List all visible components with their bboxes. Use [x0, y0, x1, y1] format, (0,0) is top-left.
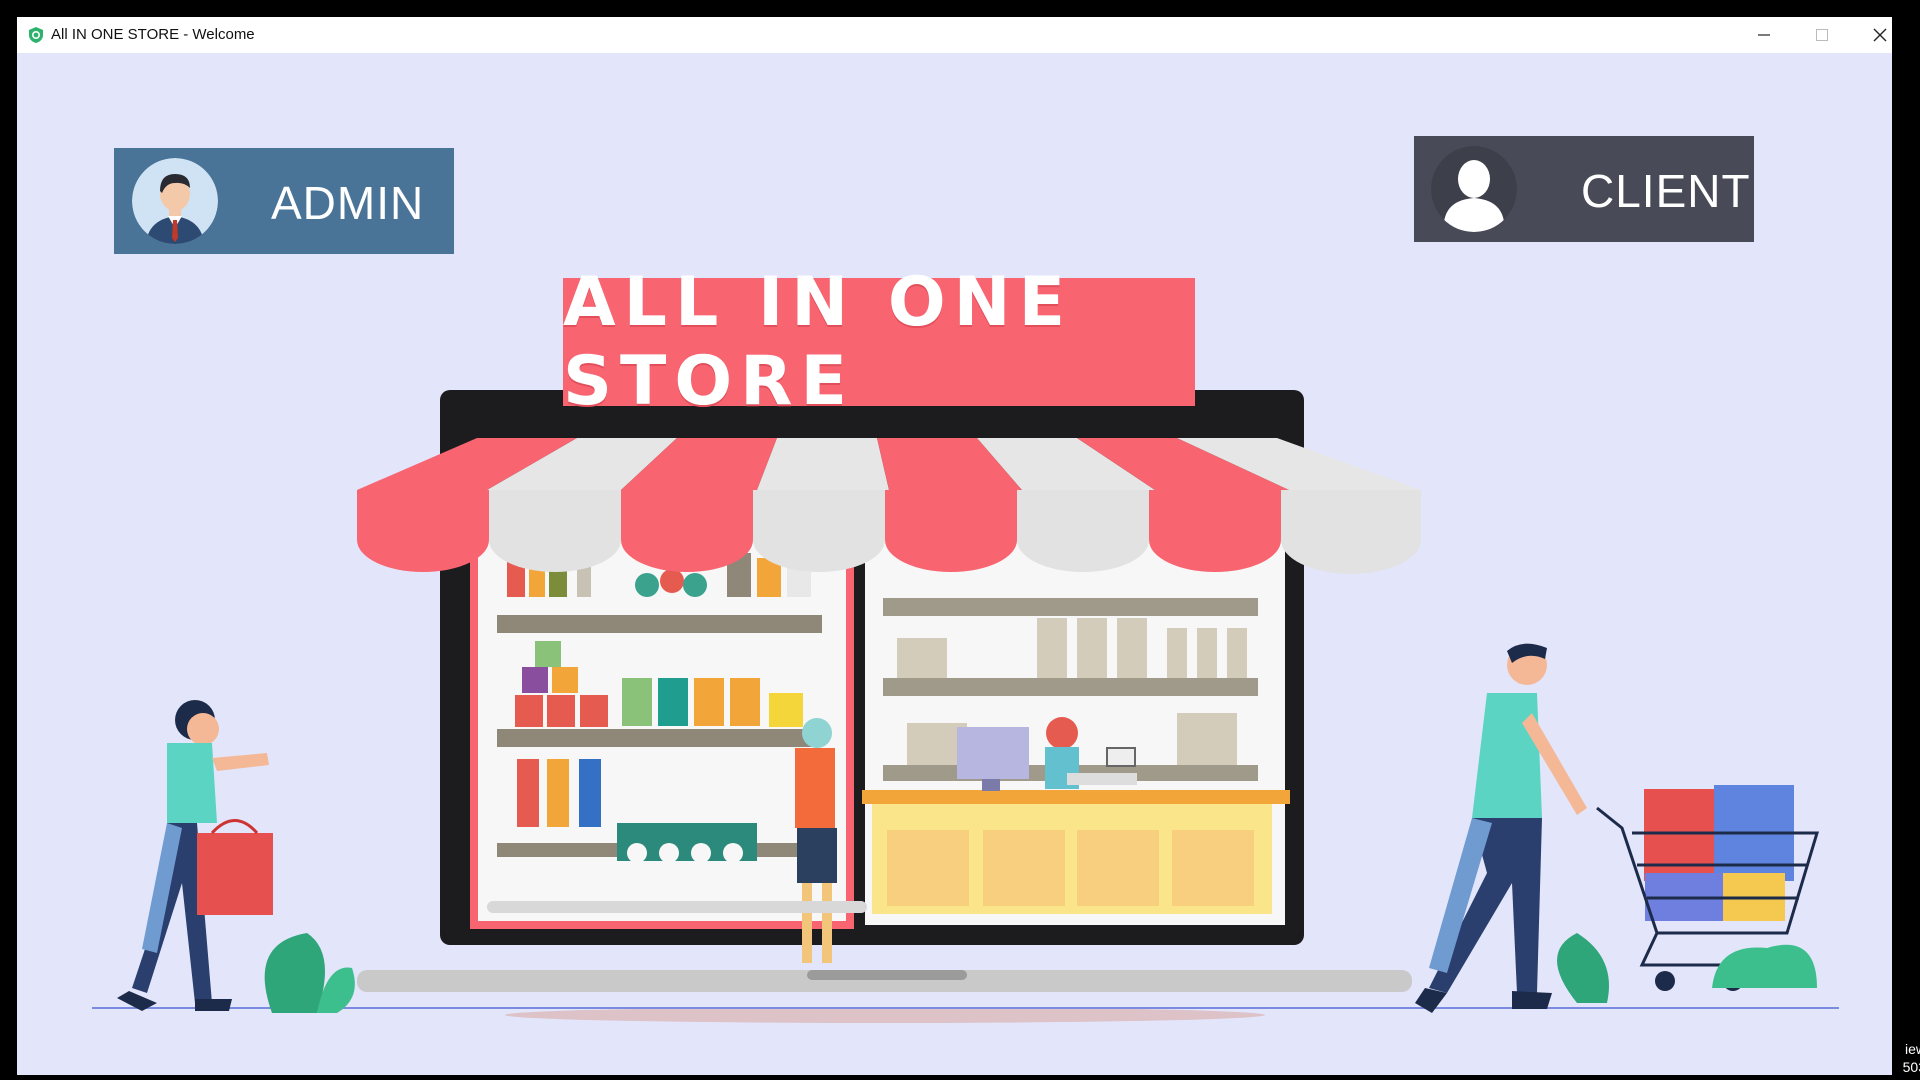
admin-avatar-icon [132, 158, 218, 244]
store-sign: ALL IN ONE STORE [563, 263, 1195, 421]
title-bar[interactable]: All IN ONE STORE - Welcome [17, 17, 1892, 53]
welcome-content: ALL IN ONE STORE ADMIN CLIENT [17, 53, 1892, 1075]
plant-left [264, 933, 355, 1013]
woman-shopper [117, 700, 273, 1011]
shield-app-icon [29, 27, 43, 43]
plant-right [1557, 933, 1609, 1003]
shopping-cart [1596, 785, 1820, 991]
taskbar-fragment-line2: 503 [1902, 1059, 1920, 1075]
window-title: All IN ONE STORE - Welcome [51, 26, 255, 43]
minimize-icon [1758, 34, 1770, 36]
close-icon [1873, 28, 1887, 42]
taskbar-fragment-line1: iew [1904, 1041, 1920, 1057]
admin-button[interactable]: ADMIN [114, 148, 454, 254]
admin-button-label: ADMIN [271, 177, 425, 229]
maximize-icon [1816, 29, 1828, 41]
close-button[interactable] [1851, 17, 1892, 53]
client-avatar-icon [1431, 146, 1517, 232]
app-window: All IN ONE STORE - Welcome ALL IN ONE ST… [17, 17, 1892, 1075]
minimize-button[interactable] [1735, 17, 1793, 53]
client-button[interactable]: CLIENT [1414, 136, 1754, 242]
taskbar-fragment: iew 503 [1903, 1040, 1920, 1076]
client-button-label: CLIENT [1581, 165, 1751, 217]
store-sign-text: ALL IN ONE STORE [563, 263, 1074, 421]
maximize-button[interactable] [1793, 17, 1851, 53]
